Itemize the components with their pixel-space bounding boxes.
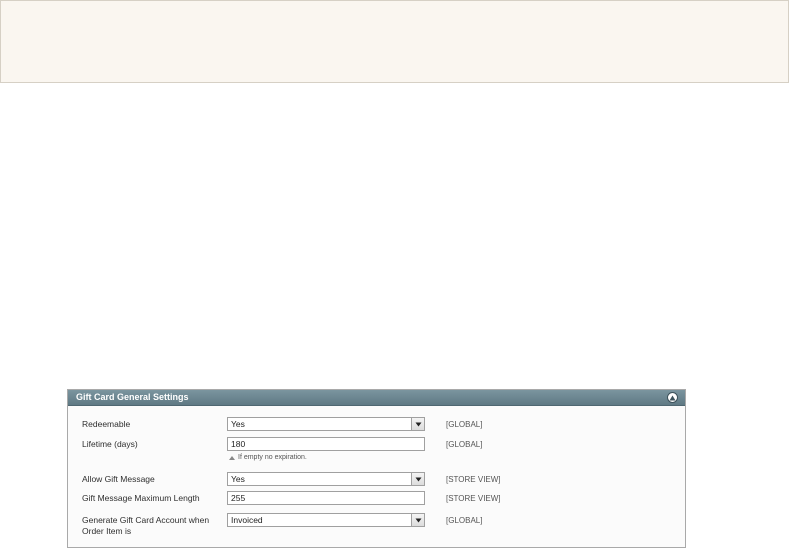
- generate-account-label: Generate Gift Card Account when Order It…: [82, 515, 210, 536]
- gift-message-max-length-input[interactable]: 255: [227, 491, 425, 505]
- gift-message-max-length-scope: [STORE VIEW]: [446, 494, 501, 503]
- allow-gift-message-scope: [STORE VIEW]: [446, 475, 501, 484]
- generate-account-value: Invoiced: [231, 515, 263, 525]
- gift-card-settings-panel: Gift Card General Settings Redeemable Ye…: [67, 389, 686, 548]
- lifetime-note: If empty no expiration.: [229, 454, 307, 461]
- lifetime-scope: [GLOBAL]: [446, 440, 483, 449]
- notification-banner: [0, 0, 789, 83]
- gift-message-max-length-label: Gift Message Maximum Length: [82, 493, 200, 503]
- redeemable-label: Redeemable: [82, 419, 131, 429]
- note-triangle-icon: [229, 455, 235, 460]
- allow-gift-message-label: Allow Gift Message: [82, 474, 155, 484]
- lifetime-note-text: If empty no expiration.: [238, 454, 307, 461]
- generate-account-scope: [GLOBAL]: [446, 516, 483, 525]
- lifetime-input[interactable]: 180: [227, 437, 425, 451]
- redeemable-scope: [GLOBAL]: [446, 420, 483, 429]
- allow-gift-message-value: Yes: [231, 474, 245, 484]
- redeemable-select[interactable]: Yes: [227, 417, 425, 431]
- chevron-down-icon[interactable]: [411, 514, 424, 526]
- chevron-down-icon[interactable]: [411, 418, 424, 430]
- redeemable-value: Yes: [231, 419, 245, 429]
- panel-header[interactable]: Gift Card General Settings: [68, 390, 685, 406]
- chevron-down-icon[interactable]: [411, 473, 424, 485]
- collapse-up-icon[interactable]: [667, 392, 678, 403]
- generate-account-select[interactable]: Invoiced: [227, 513, 425, 527]
- panel-title: Gift Card General Settings: [76, 392, 189, 402]
- allow-gift-message-select[interactable]: Yes: [227, 472, 425, 486]
- lifetime-label: Lifetime (days): [82, 439, 138, 449]
